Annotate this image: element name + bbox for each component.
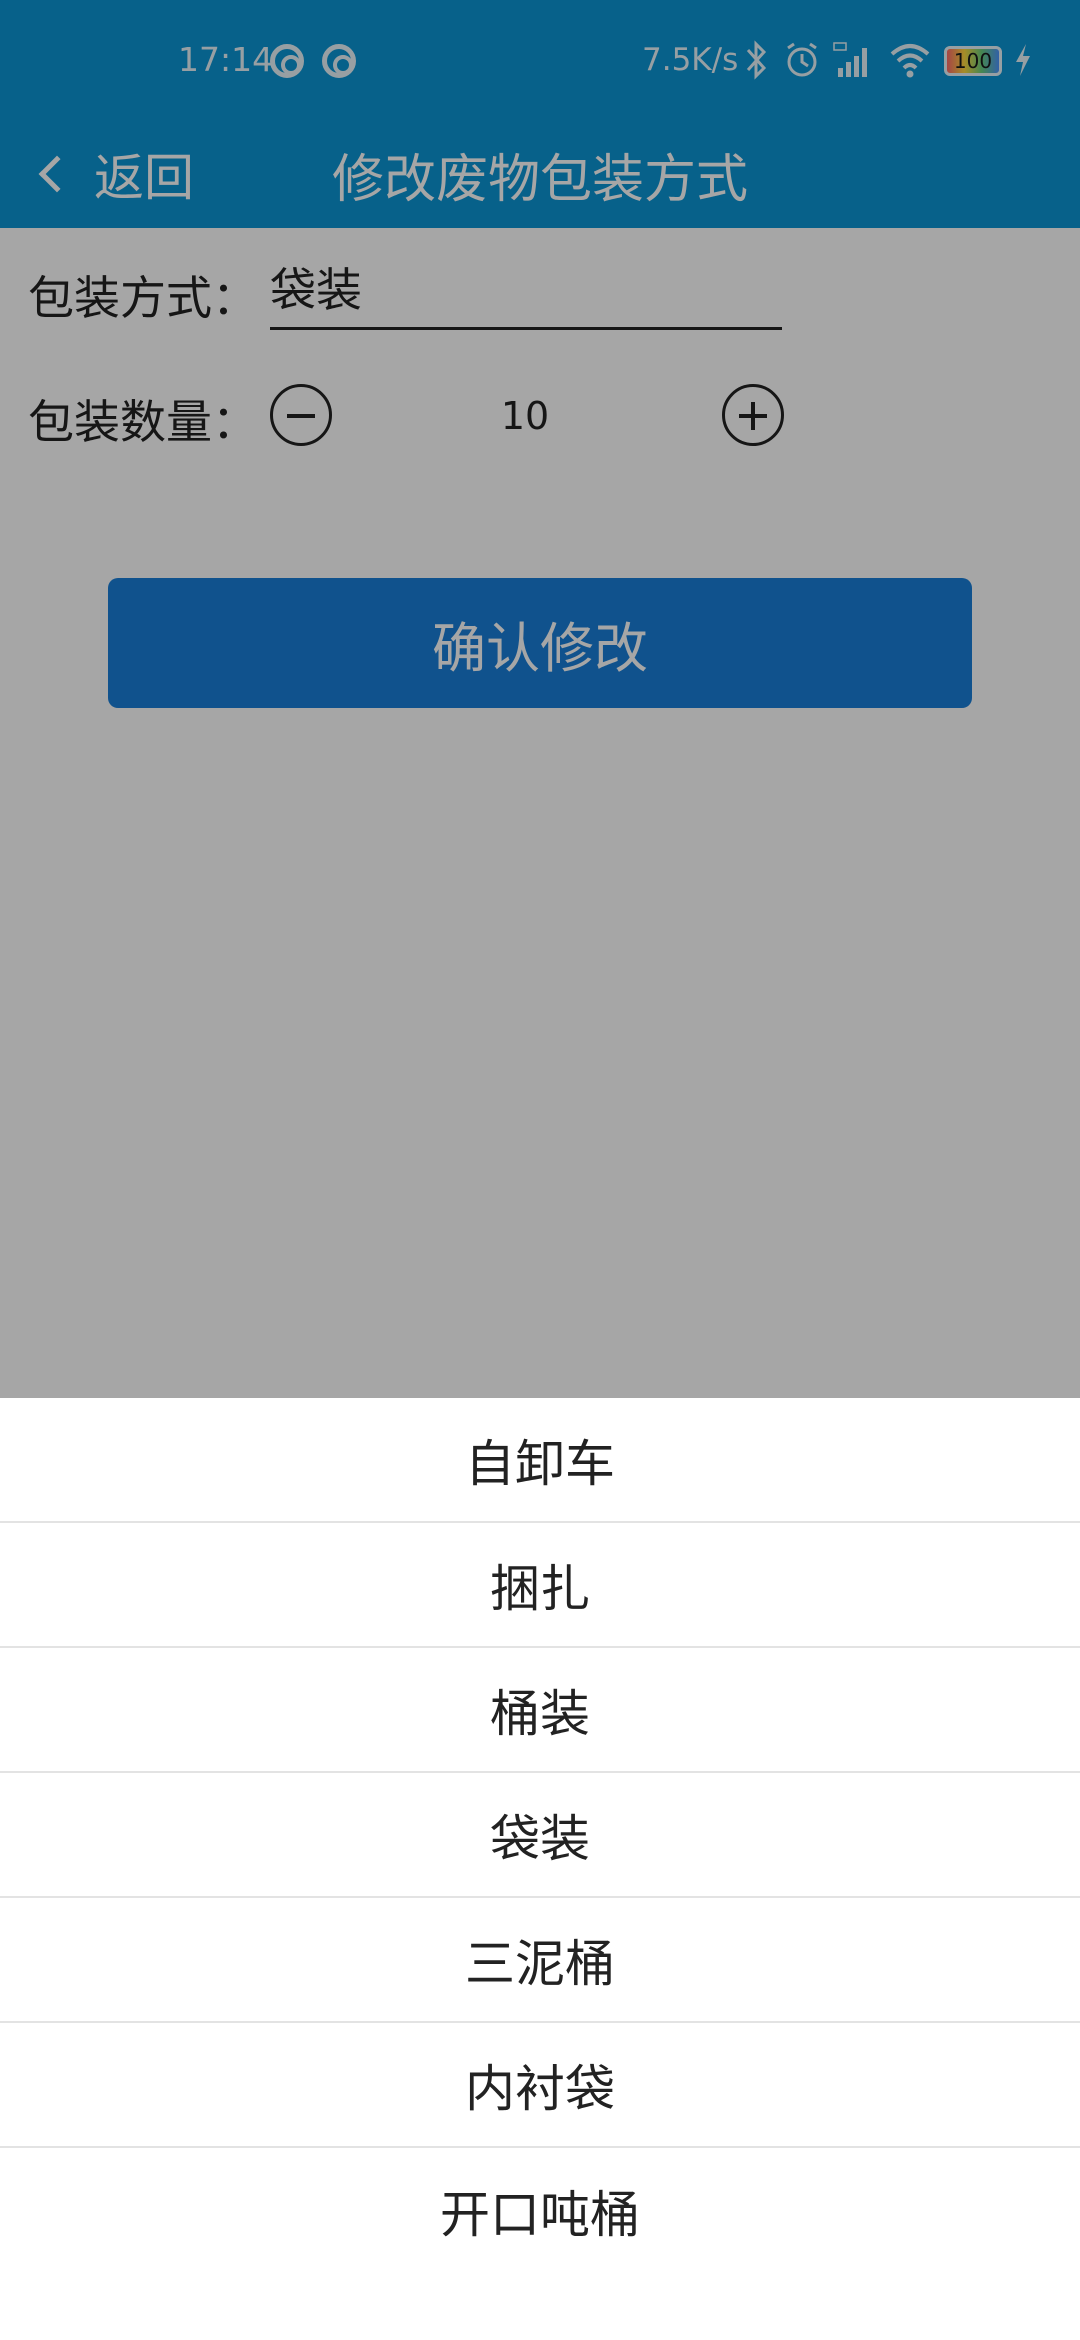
option-item[interactable]: 开口吨桶 (0, 2148, 1080, 2273)
option-item[interactable]: 桶装 (0, 1648, 1080, 1773)
option-item[interactable]: 内衬袋 (0, 2023, 1080, 2148)
modal-overlay[interactable] (0, 0, 1080, 1398)
option-item[interactable]: 三泥桶 (0, 1898, 1080, 2023)
option-item[interactable]: 自卸车 (0, 1398, 1080, 1523)
screen: 17:14 7.5K/s 100 返回 修改废物包装方式 包装方式： 袋装 包装… (0, 0, 1080, 2340)
packaging-options-sheet: 自卸车 捆扎 桶装 袋装 三泥桶 内衬袋 开口吨桶 (0, 1398, 1080, 2340)
option-item[interactable]: 袋装 (0, 1773, 1080, 1898)
option-item[interactable]: 捆扎 (0, 1523, 1080, 1648)
